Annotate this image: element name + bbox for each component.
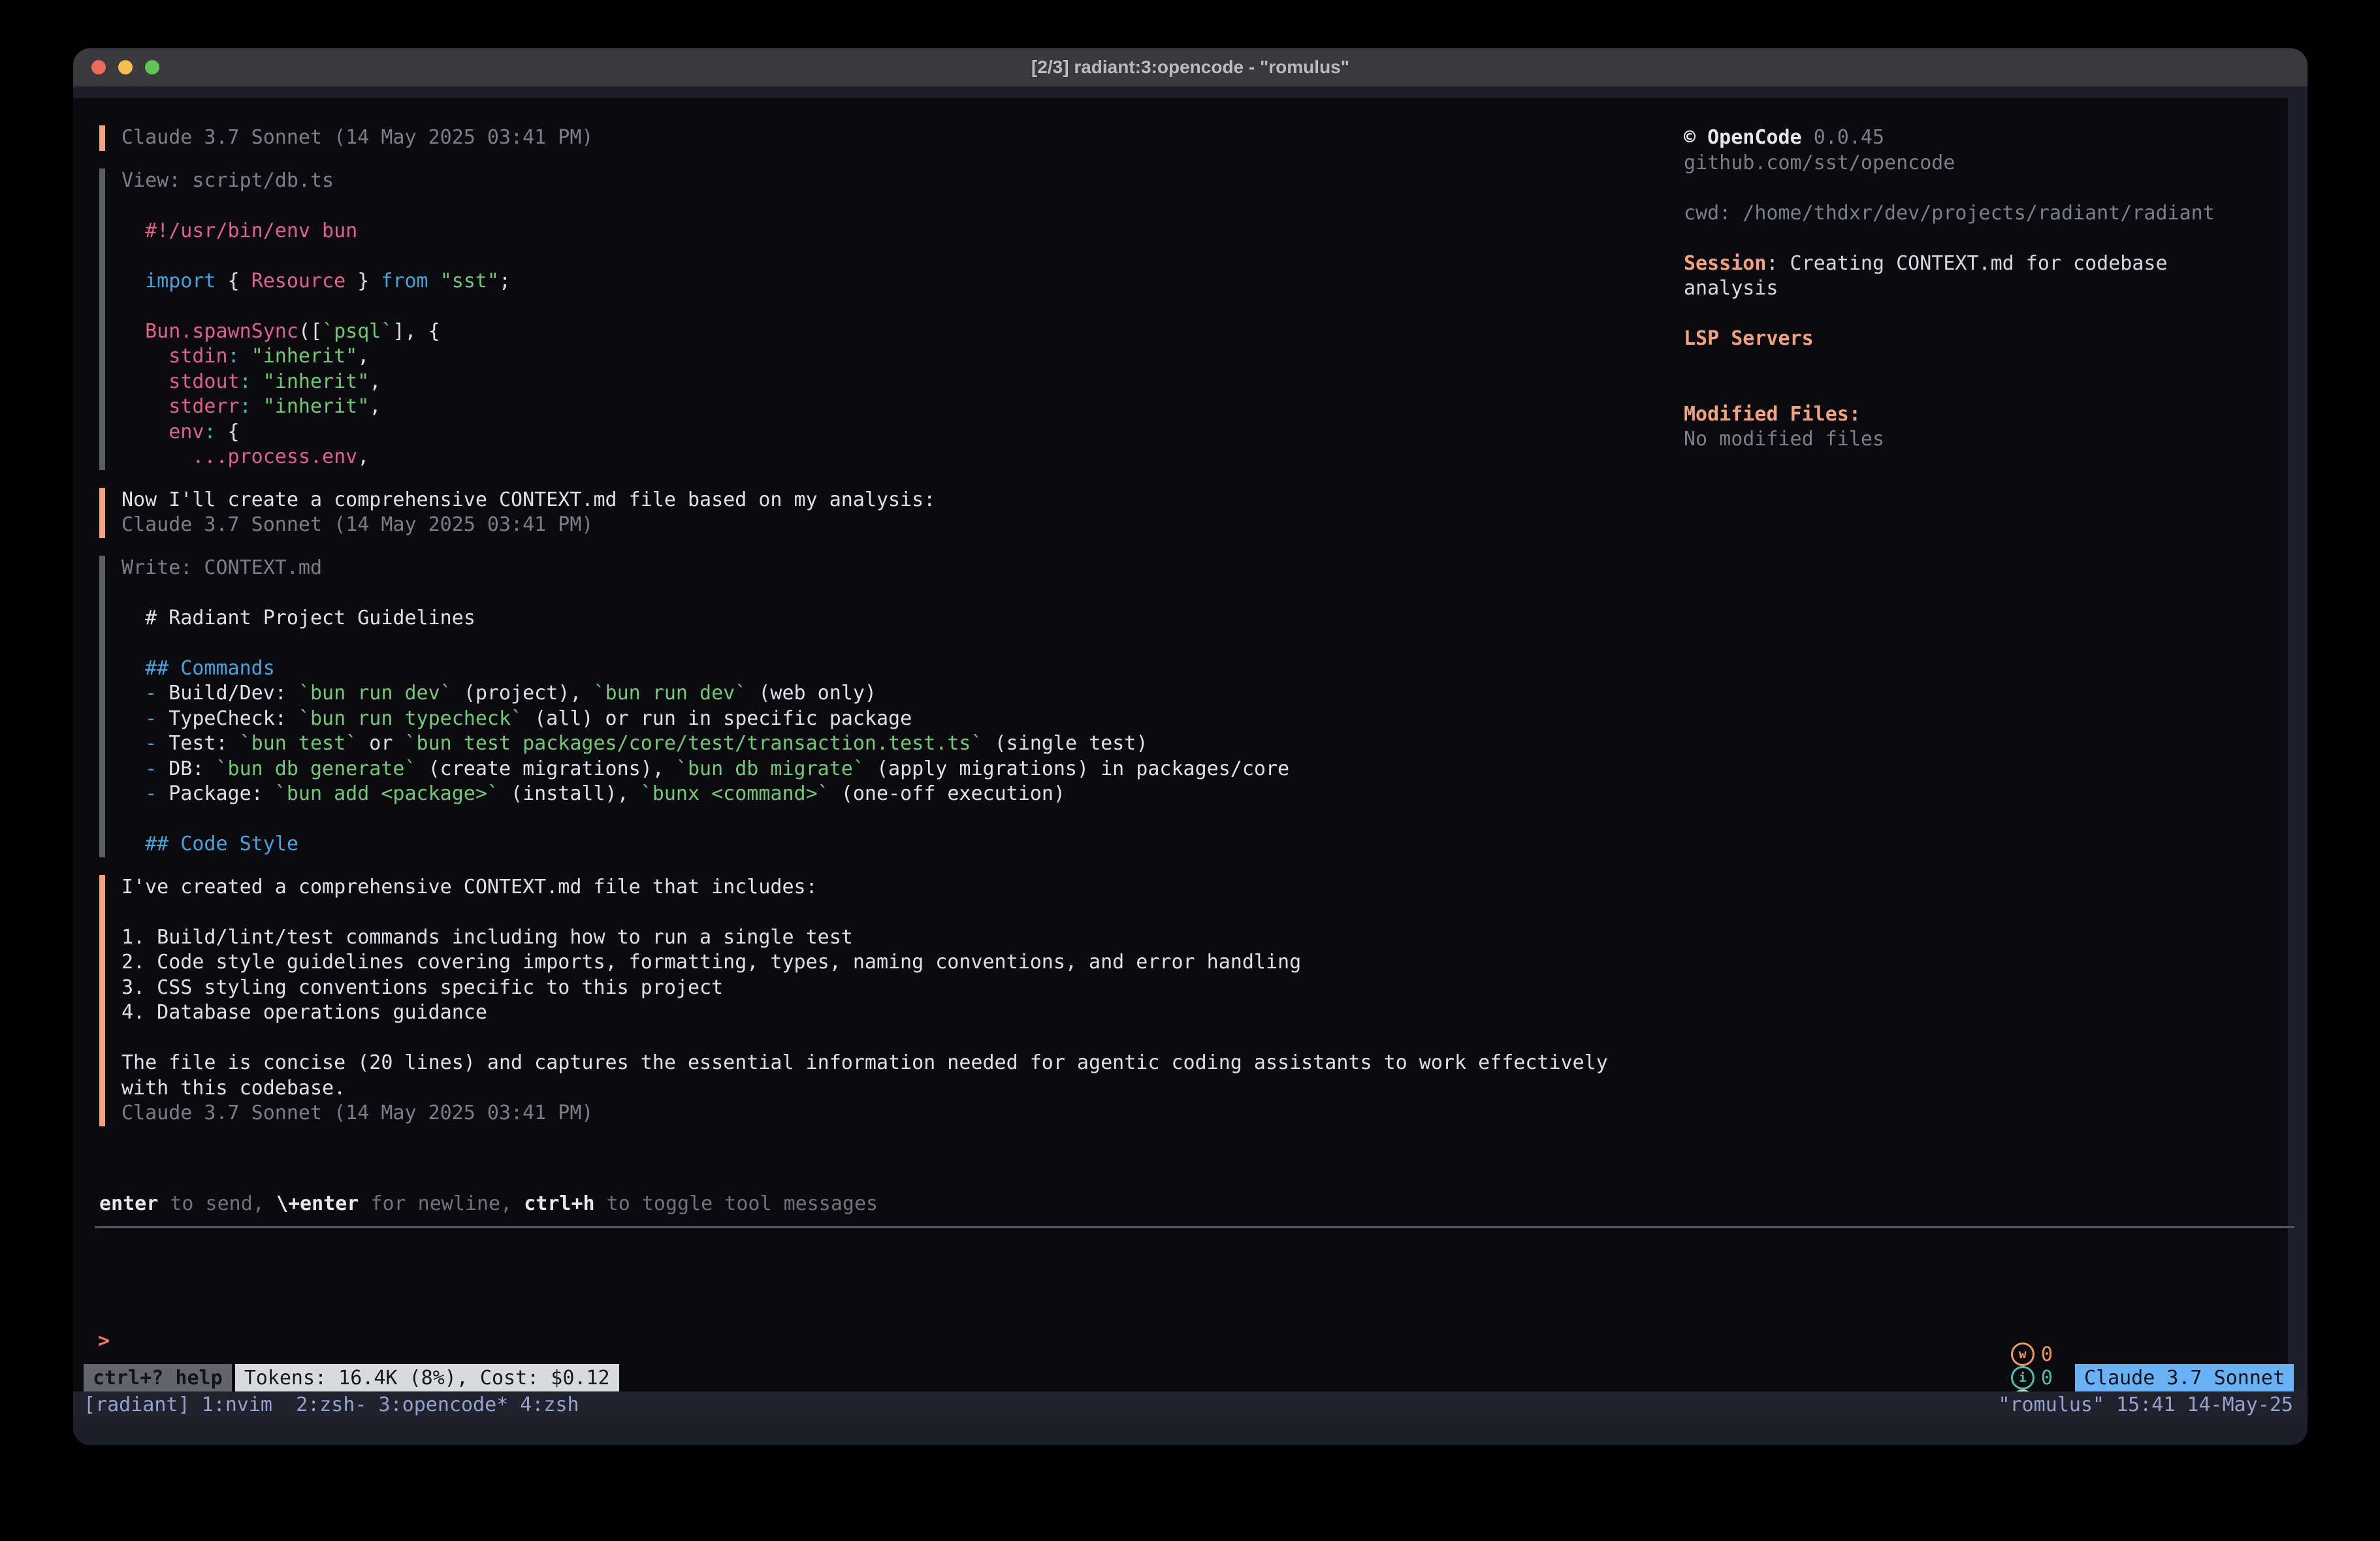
keybinding-key: ctrl+h [524,1192,594,1215]
message-line: with this codebase. [121,1076,1667,1102]
message-line: - TypeCheck: `bun run typecheck` (all) o… [121,707,1667,732]
zoom-button[interactable] [145,60,159,74]
message-line: ## Code Style [121,832,1667,857]
modified-files-empty: No modified files [1684,427,2259,453]
tool-block: Write: CONTEXT.md # Radiant Project Guid… [99,556,1667,857]
brand-name: OpenCode [1707,126,1802,149]
help-shortcut-chip[interactable]: ctrl+? help [84,1364,232,1391]
repo-link[interactable]: github.com/sst/opencode [1684,151,2259,176]
message-line: #!/usr/bin/env bun [121,219,1667,244]
chat-transcript: Claude 3.7 Sonnet (14 May 2025 03:41 PM)… [99,125,1667,1144]
message-line: Claude 3.7 Sonnet (14 May 2025 03:41 PM) [121,1101,1667,1126]
close-button[interactable] [91,60,106,74]
keybinding-key: \+enter [276,1192,359,1215]
message-line: - Test: `bun test` or `bun test packages… [121,731,1667,757]
modified-files-heading: Modified Files: [1684,402,2259,428]
message-line: - Package: `bun add <package>` (install)… [121,782,1667,807]
message-line [121,1026,1667,1051]
terminal-content: Claude 3.7 Sonnet (14 May 2025 03:41 PM)… [73,87,2308,1445]
message-line: 3. CSS styling conventions specific to t… [121,976,1667,1001]
message-line: stdin: "inherit", [121,344,1667,370]
tmux-statusbar: [radiant] 1:nvim 2:zsh- 3:opencode* 4:zs… [73,1391,2308,1418]
message-line: Claude 3.7 Sonnet (14 May 2025 03:41 PM) [121,513,1667,538]
message-block: Now I'll create a comprehensive CONTEXT.… [99,488,1667,538]
warn-icon: w [2011,1342,2034,1366]
message-line: 2. Code style guidelines covering import… [121,950,1667,976]
message-line [121,900,1667,925]
cwd-line: cwd: /home/thdxr/dev/projects/radiant/ra… [1684,201,2259,227]
message-line: Write: CONTEXT.md [121,556,1667,581]
message-line: 1. Build/lint/test commands including ho… [121,925,1667,951]
keybinding-text: to send, [158,1192,276,1215]
tokens-cost-chip: Tokens: 16.4K (8%), Cost: $0.12 [235,1364,619,1391]
message-line: ## Commands [121,656,1667,682]
opencode-sidebar: © OpenCode 0.0.45 github.com/sst/opencod… [1684,125,2259,453]
info-icon: i [2011,1366,2034,1390]
message-line: stdout: "inherit", [121,370,1667,395]
model-chip[interactable]: Claude 3.7 Sonnet [2075,1364,2294,1391]
window-title: [2/3] radiant:3:opencode - "romulus" [1031,57,1349,78]
message-line: Now I'll create a comprehensive CONTEXT.… [121,488,1667,513]
keybinding-key: enter [99,1192,158,1215]
tmux-host-clock: "romulus" 15:41 14-May-25 [1998,1393,2308,1416]
keybinding-text: for newline, [359,1192,524,1215]
message-line: - DB: `bun db generate` (create migratio… [121,757,1667,782]
opencode-statusbar: ctrl+? help Tokens: 16.4K (8%), Cost: $0… [84,1364,2294,1391]
message-line: # Radiant Project Guidelines [121,606,1667,631]
message-line: stderr: "inherit", [121,394,1667,420]
message-line [121,807,1667,833]
message-line: The file is concise (20 lines) and captu… [121,1051,1667,1076]
tool-block: View: script/db.ts #!/usr/bin/env bun im… [99,168,1667,470]
message-line [121,294,1667,319]
opencode-logo-icon: © [1684,126,1696,149]
keybinding-help: enter to send, \+enter for newline, ctrl… [99,1192,878,1217]
message-line: env: { [121,420,1667,445]
message-line: View: script/db.ts [121,168,1667,194]
message-line: 4. Database operations guidance [121,1000,1667,1026]
warn-count: w0 [2011,1342,2053,1366]
session-label: Session [1684,252,1766,275]
minimize-button[interactable] [118,60,133,74]
input-divider [95,1226,2294,1228]
message-line [121,631,1667,656]
message-line: I've created a comprehensive CONTEXT.md … [121,875,1667,900]
message-line [121,193,1667,219]
tmux-window-list[interactable]: [radiant] 1:nvim 2:zsh- 3:opencode* 4:zs… [73,1393,579,1416]
window-titlebar[interactable]: [2/3] radiant:3:opencode - "romulus" [73,48,2308,87]
brand-line: © OpenCode 0.0.45 [1684,125,2259,151]
prompt-input[interactable]: > [98,1329,110,1354]
prompt-chevron-icon: > [98,1329,110,1352]
message-line: Bun.spawnSync([`psql`], { [121,319,1667,345]
message-line: - Build/Dev: `bun run dev` (project), `b… [121,681,1667,707]
terminal-window: [2/3] radiant:3:opencode - "romulus" Cla… [73,48,2308,1445]
message-line: ...process.env, [121,445,1667,470]
keybinding-text: to toggle tool messages [595,1192,878,1215]
traffic-lights [73,48,159,86]
lsp-servers-heading: LSP Servers [1684,326,2259,352]
brand-version: 0.0.45 [1814,126,1884,149]
info-count: i0 [2011,1366,2053,1390]
message-block: I've created a comprehensive CONTEXT.md … [99,875,1667,1126]
message-line [121,580,1667,606]
message-line: Claude 3.7 Sonnet (14 May 2025 03:41 PM) [121,125,1667,151]
session-line: Session: Creating CONTEXT.md for codebas… [1684,251,2259,302]
message-line [121,244,1667,269]
message-block: Claude 3.7 Sonnet (14 May 2025 03:41 PM) [99,125,1667,151]
message-line: import { Resource } from "sst"; [121,269,1667,294]
